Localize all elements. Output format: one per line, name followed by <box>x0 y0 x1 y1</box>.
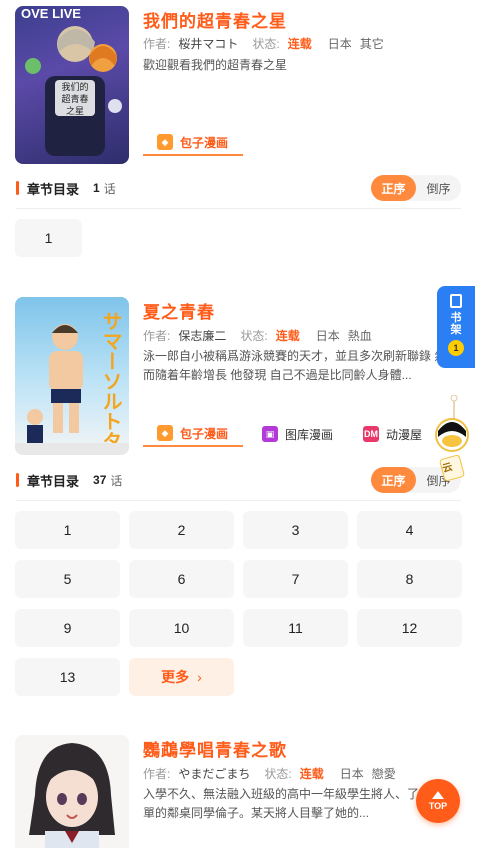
cover-top-text: OVE LIVE <box>21 6 81 21</box>
chapter-button[interactable]: 10 <box>129 609 234 647</box>
tag[interactable]: 其它 <box>360 35 384 52</box>
chapter-button[interactable]: 11 <box>243 609 348 647</box>
chevron-right-icon: › <box>197 669 202 685</box>
chapter-list-title: 章节目录 <box>27 181 80 197</box>
chapter-button[interactable]: 3 <box>243 511 348 549</box>
source-tab-dongmanwu[interactable]: DM 动漫屋 <box>349 421 436 447</box>
dm-icon: DM <box>363 426 380 442</box>
chapter-button[interactable]: 7 <box>243 560 348 598</box>
cover-text-line: 我们的 <box>61 81 88 92</box>
manga-meta: 作者: やまだごまち 状态: 连载 日本 戀愛 <box>143 765 404 782</box>
bao-icon: ◆ <box>157 425 173 441</box>
source-label: 包子漫画 <box>180 135 229 150</box>
source-tabs: ◆ 包子漫画 ▣ 图库漫画 DM 动漫屋 <box>143 421 436 447</box>
source-tabs: ◆ 包子漫画 <box>143 130 243 156</box>
chapter-button[interactable]: 2 <box>129 511 234 549</box>
chapter-button[interactable]: 5 <box>15 560 120 598</box>
top-label: TOP <box>428 801 448 811</box>
floating-character-widget[interactable]: 云 <box>434 394 470 485</box>
divider <box>16 500 461 501</box>
order-desc-button[interactable]: 倒序 <box>416 175 461 201</box>
chapter-button[interactable]: 12 <box>357 609 462 647</box>
order-toggle: 正序 倒序 <box>371 175 461 201</box>
bookshelf-button[interactable]: 书 架 1 <box>437 286 475 368</box>
manga-title[interactable]: 我們的超青春之星 <box>143 7 287 32</box>
bookshelf-badge: 1 <box>448 340 464 356</box>
bookshelf-label: 书 <box>450 312 462 324</box>
author-label: 作者: <box>143 767 171 781</box>
manga-description: 入學不久、無法融入班級的高中一年級學生將人、了同樣落單的鄰桌同學倫子。某天將人目… <box>143 787 456 820</box>
more-label: 更多 <box>161 669 190 685</box>
cover-illustration <box>29 743 115 848</box>
cover-illustration: OVE LIVE 我们的 超青春 之星 <box>21 6 122 156</box>
author-name[interactable]: 桜井マコト <box>178 35 238 52</box>
manga-title[interactable]: 夏之青春 <box>143 298 215 323</box>
tag[interactable]: 日本 <box>328 35 352 52</box>
author-label: 作者: <box>143 329 171 343</box>
cover-illustration: サマーソルトターン <box>15 311 129 455</box>
book-icon <box>450 294 462 308</box>
back-to-top-button[interactable]: TOP <box>416 779 460 823</box>
cover-image[interactable]: サマーソルトターン <box>15 297 129 455</box>
chapter-button[interactable]: 9 <box>15 609 120 647</box>
bookshelf-label: 架 <box>450 324 462 336</box>
chapter-unit: 话 <box>103 181 116 196</box>
manga-description: 泳一郎自小被稱爲游泳競賽的天才，並且多次刷新聯錄 然而隨着年齡增長 他發現 自己… <box>143 349 447 382</box>
cover-vertical-title: サマーソルトターン <box>99 311 123 455</box>
chapter-unit: 话 <box>110 473 123 488</box>
chapter-list-title: 章节目录 <box>27 473 80 489</box>
author-name[interactable]: やまだごまち <box>178 765 250 782</box>
status-badge: 连载 <box>275 329 300 343</box>
source-tab-tuku[interactable]: ▣ 图库漫画 <box>248 421 347 447</box>
manga-meta: 作者: 桜井マコト 状态: 连载 日本 其它 <box>143 35 392 52</box>
status-label: 状态: <box>252 37 280 51</box>
tag[interactable]: 日本 <box>316 327 340 344</box>
source-label: 动漫屋 <box>386 427 423 442</box>
chapter-header: 章节目录 1 话 正序 倒序 <box>16 175 461 201</box>
cover-image[interactable] <box>15 735 129 848</box>
arrow-up-icon <box>432 791 444 799</box>
author-label: 作者: <box>143 37 171 51</box>
chapter-button[interactable]: 1 <box>15 511 120 549</box>
chapter-button[interactable]: 13 <box>15 658 120 696</box>
order-asc-button[interactable]: 正序 <box>371 175 416 201</box>
manga-description: 歡迎觀看我們的超青春之星 <box>143 58 288 72</box>
bao-icon: ◆ <box>157 134 173 150</box>
more-chapters-button[interactable]: 更多 › <box>129 658 234 696</box>
section-bar <box>16 181 19 195</box>
status-label: 状态: <box>264 767 292 781</box>
chapter-header: 章节目录 37 话 正序 倒序 <box>16 467 461 493</box>
status-badge: 连载 <box>299 767 324 781</box>
chapter-count: 37 <box>93 473 107 487</box>
chapter-button[interactable]: 8 <box>357 560 462 598</box>
status-badge: 连载 <box>287 37 312 51</box>
divider <box>16 208 461 209</box>
order-asc-button[interactable]: 正序 <box>371 467 416 493</box>
manga-title[interactable]: 鸚鵡學唱青春之歌 <box>143 736 287 761</box>
chapter-button[interactable]: 4 <box>357 511 462 549</box>
section-bar <box>16 473 19 487</box>
tag[interactable]: 熱血 <box>348 327 372 344</box>
chapter-count: 1 <box>93 181 100 195</box>
cover-image[interactable]: OVE LIVE 我们的 超青春 之星 <box>15 6 129 164</box>
source-label: 包子漫画 <box>180 426 229 441</box>
source-label: 图库漫画 <box>285 427 334 442</box>
image-icon: ▣ <box>262 426 278 442</box>
status-label: 状态: <box>240 329 268 343</box>
tag[interactable]: 日本 <box>340 765 364 782</box>
author-name[interactable]: 保志廉二 <box>178 327 226 344</box>
source-tab-baozi[interactable]: ◆ 包子漫画 <box>143 130 243 156</box>
cover-text-line: 超青春 <box>61 93 88 104</box>
manga-meta: 作者: 保志廉二 状态: 连载 日本 熱血 <box>143 327 380 344</box>
tag[interactable]: 戀愛 <box>372 765 396 782</box>
chapter-button[interactable]: 1 <box>15 219 82 257</box>
cover-text-line: 之星 <box>66 105 84 116</box>
chapter-button[interactable]: 6 <box>129 560 234 598</box>
source-tab-baozi[interactable]: ◆ 包子漫画 <box>143 421 243 447</box>
